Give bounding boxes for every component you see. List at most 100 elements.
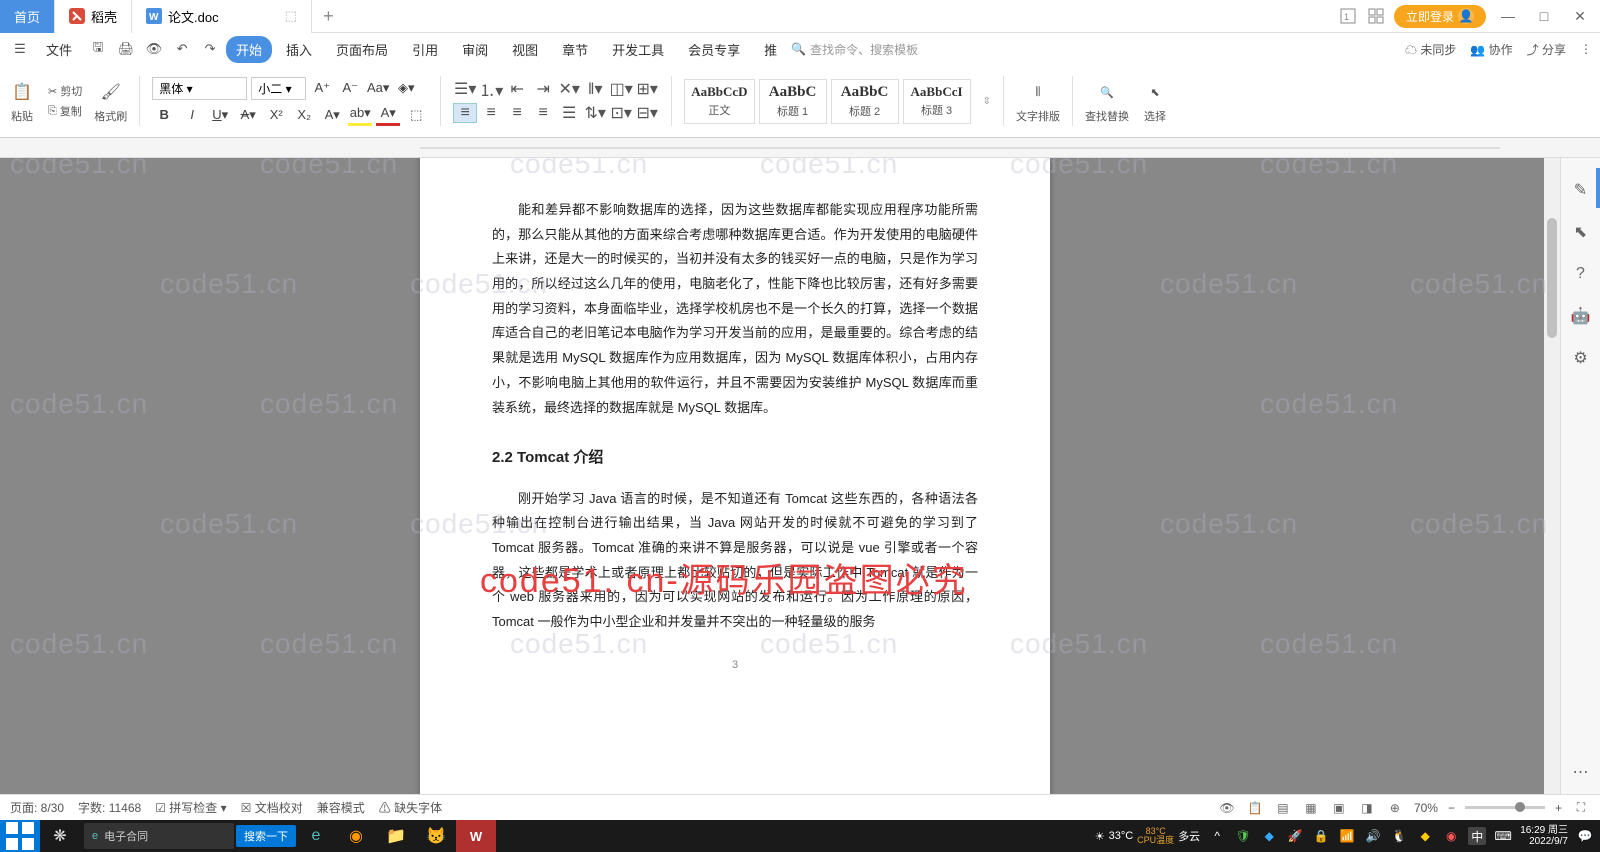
heading-2[interactable]: 2.2 Tomcat 介绍 bbox=[492, 444, 978, 473]
document-page[interactable]: 能和差异都不影响数据库的选择，因为这些数据库都能实现应用程序功能所需的，那么只能… bbox=[420, 158, 1050, 794]
spellcheck-toggle[interactable]: ☑ 拼写检查 ▾ bbox=[155, 799, 226, 816]
style-h2[interactable]: AaBbC标题 2 bbox=[831, 79, 899, 124]
tabs-icon[interactable]: ⊟▾ bbox=[635, 103, 659, 123]
font-family-select[interactable]: 黑体 ▾ bbox=[152, 77, 247, 100]
tray-notifications-icon[interactable]: 💬 bbox=[1576, 827, 1594, 845]
tray-app4-icon[interactable]: ◆ bbox=[1416, 827, 1434, 845]
help-icon[interactable]: ? bbox=[1569, 262, 1593, 286]
focus-icon[interactable]: ⊕ bbox=[1386, 799, 1404, 817]
style-h3[interactable]: AaBbCcI标题 3 bbox=[903, 79, 971, 124]
command-search[interactable]: 🔍 查找命令、搜索模板 bbox=[791, 41, 918, 58]
indent-right-icon[interactable]: ⇥ bbox=[531, 79, 555, 99]
line-height-icon[interactable]: ⇅▾ bbox=[583, 103, 607, 123]
task-app1[interactable]: ❋ bbox=[40, 820, 80, 852]
task-wps[interactable]: W bbox=[456, 820, 496, 852]
grid1-icon[interactable]: 1 bbox=[1338, 6, 1358, 26]
copy-button[interactable]: ⎘ 复制 bbox=[48, 103, 82, 119]
clipboard-icon[interactable]: 📋 bbox=[1246, 799, 1264, 817]
menu-start[interactable]: 开始 bbox=[226, 36, 272, 63]
zoom-in-icon[interactable]: + bbox=[1555, 801, 1562, 815]
task-ff[interactable]: ◉ bbox=[336, 820, 376, 852]
text-layout-button[interactable]: ⫼ 文字排版 bbox=[1016, 78, 1060, 124]
taskbar-search[interactable]: e 电子合同 bbox=[84, 823, 234, 849]
align-justify-icon[interactable]: ≡ bbox=[531, 103, 555, 123]
coop-button[interactable]: 👥 协作 bbox=[1470, 41, 1512, 58]
menu-devtools[interactable]: 开发工具 bbox=[602, 36, 674, 63]
decrease-font-icon[interactable]: A⁻ bbox=[338, 77, 362, 99]
missing-font[interactable]: ⚠ 缺失字体 bbox=[379, 799, 442, 816]
view-mode2-icon[interactable]: ▦ bbox=[1302, 799, 1320, 817]
ruler[interactable] bbox=[0, 138, 1600, 158]
fullscreen-icon[interactable]: ⛶ bbox=[1572, 799, 1590, 817]
highlight-icon[interactable]: ab▾ bbox=[348, 104, 372, 126]
menu-hamburger-icon[interactable]: ☰ bbox=[8, 37, 32, 61]
numbering-icon[interactable]: ⒈▾ bbox=[479, 79, 503, 99]
task-explorer[interactable]: 📁 bbox=[376, 820, 416, 852]
window-maximize[interactable]: □ bbox=[1530, 2, 1558, 30]
strikethrough-button[interactable]: A▾ bbox=[236, 104, 260, 126]
taskbar-clock[interactable]: 16:29 周三 2022/9/7 bbox=[1520, 825, 1568, 847]
tray-app2-icon[interactable]: 🚀 bbox=[1286, 827, 1304, 845]
settings-gear-icon[interactable]: ⚙ bbox=[1569, 346, 1593, 370]
cursor-tool-icon[interactable]: ⬉ bbox=[1569, 220, 1593, 244]
distribute-icon[interactable]: ☰ bbox=[557, 103, 581, 123]
italic-button[interactable]: I bbox=[180, 104, 204, 126]
eye-icon[interactable]: 👁 bbox=[1218, 799, 1236, 817]
tray-app3-icon[interactable]: 🔒 bbox=[1312, 827, 1330, 845]
align-left-icon[interactable]: ≡ bbox=[453, 103, 477, 123]
format-painter-group[interactable]: 🖌 格式刷 bbox=[94, 78, 127, 124]
tray-wifi-icon[interactable]: 📶 bbox=[1338, 827, 1356, 845]
menu-view[interactable]: 视图 bbox=[502, 36, 548, 63]
zoom-value[interactable]: 70% bbox=[1414, 801, 1438, 815]
change-case-icon[interactable]: Aa▾ bbox=[366, 77, 390, 99]
save-icon[interactable]: 🖫 bbox=[86, 37, 110, 61]
pencil-icon[interactable]: ✎ bbox=[1569, 178, 1593, 202]
menu-more-icon[interactable]: ⋮ bbox=[1580, 42, 1592, 56]
paste-group[interactable]: 📋 粘贴 bbox=[8, 78, 36, 124]
compat-mode[interactable]: 兼容模式 bbox=[317, 799, 365, 816]
tab-docker[interactable]: 稻壳 bbox=[55, 0, 132, 33]
document-area[interactable]: 能和差异都不影响数据库的选择，因为这些数据库都能实现应用程序功能所需的，那么只能… bbox=[0, 158, 1560, 794]
char-border-icon[interactable]: ⬚ bbox=[404, 104, 428, 126]
zoom-out-icon[interactable]: − bbox=[1448, 801, 1455, 815]
bullets-icon[interactable]: ☰▾ bbox=[453, 79, 477, 99]
para-borders-icon[interactable]: ⊡▾ bbox=[609, 103, 633, 123]
print-icon[interactable]: 🖨 bbox=[114, 37, 138, 61]
taskbar-search-button[interactable]: 搜索一下 bbox=[236, 825, 296, 847]
view-mode3-icon[interactable]: ▣ bbox=[1330, 799, 1348, 817]
styles-more-icon[interactable]: ⇳ bbox=[983, 96, 991, 107]
zoom-slider[interactable] bbox=[1465, 806, 1545, 809]
indent-left-icon[interactable]: ⇤ bbox=[505, 79, 529, 99]
tray-app1-icon[interactable]: ◆ bbox=[1260, 827, 1278, 845]
word-count[interactable]: 字数: 11468 bbox=[78, 799, 141, 816]
task-ie[interactable]: e bbox=[296, 820, 336, 852]
increase-font-icon[interactable]: A⁺ bbox=[310, 77, 334, 99]
task-game[interactable]: 😾 bbox=[416, 820, 456, 852]
window-minimize[interactable]: — bbox=[1494, 2, 1522, 30]
align-right-icon[interactable]: ≡ bbox=[505, 103, 529, 123]
tray-app5-icon[interactable]: ◉ bbox=[1442, 827, 1460, 845]
align-center-icon[interactable]: ≡ bbox=[479, 103, 503, 123]
weather-widget[interactable]: ☀ 33°C 83°CCPU温度 多云 bbox=[1095, 827, 1200, 845]
tray-keyboard-icon[interactable]: ⌨ bbox=[1494, 827, 1512, 845]
shading-icon[interactable]: ◫▾ bbox=[609, 79, 633, 99]
view-mode4-icon[interactable]: ◨ bbox=[1358, 799, 1376, 817]
font-size-select[interactable]: 小二 ▾ bbox=[251, 77, 306, 100]
share-button[interactable]: ⤴ 分享 bbox=[1527, 41, 1566, 58]
menu-references[interactable]: 引用 bbox=[402, 36, 448, 63]
line-spacing-icon[interactable]: ‖▾ bbox=[583, 79, 607, 99]
menu-pagelayout[interactable]: 页面布局 bbox=[326, 36, 398, 63]
bold-button[interactable]: B bbox=[152, 104, 176, 126]
redo-icon[interactable]: ↷ bbox=[198, 37, 222, 61]
text-effects-icon[interactable]: A▾ bbox=[320, 104, 344, 126]
subscript-button[interactable]: X₂ bbox=[292, 104, 316, 126]
underline-button[interactable]: U▾ bbox=[208, 104, 232, 126]
clear-format-icon[interactable]: ◈▾ bbox=[394, 77, 418, 99]
menu-review[interactable]: 审阅 bbox=[452, 36, 498, 63]
sync-status[interactable]: ☁ 未同步 bbox=[1405, 41, 1456, 58]
grid4-icon[interactable] bbox=[1366, 6, 1386, 26]
menu-member[interactable]: 会员专享 bbox=[678, 36, 750, 63]
select-button[interactable]: ⬉ 选择 bbox=[1141, 78, 1169, 124]
menu-insert[interactable]: 插入 bbox=[276, 36, 322, 63]
scrollbar-thumb[interactable] bbox=[1547, 218, 1557, 338]
